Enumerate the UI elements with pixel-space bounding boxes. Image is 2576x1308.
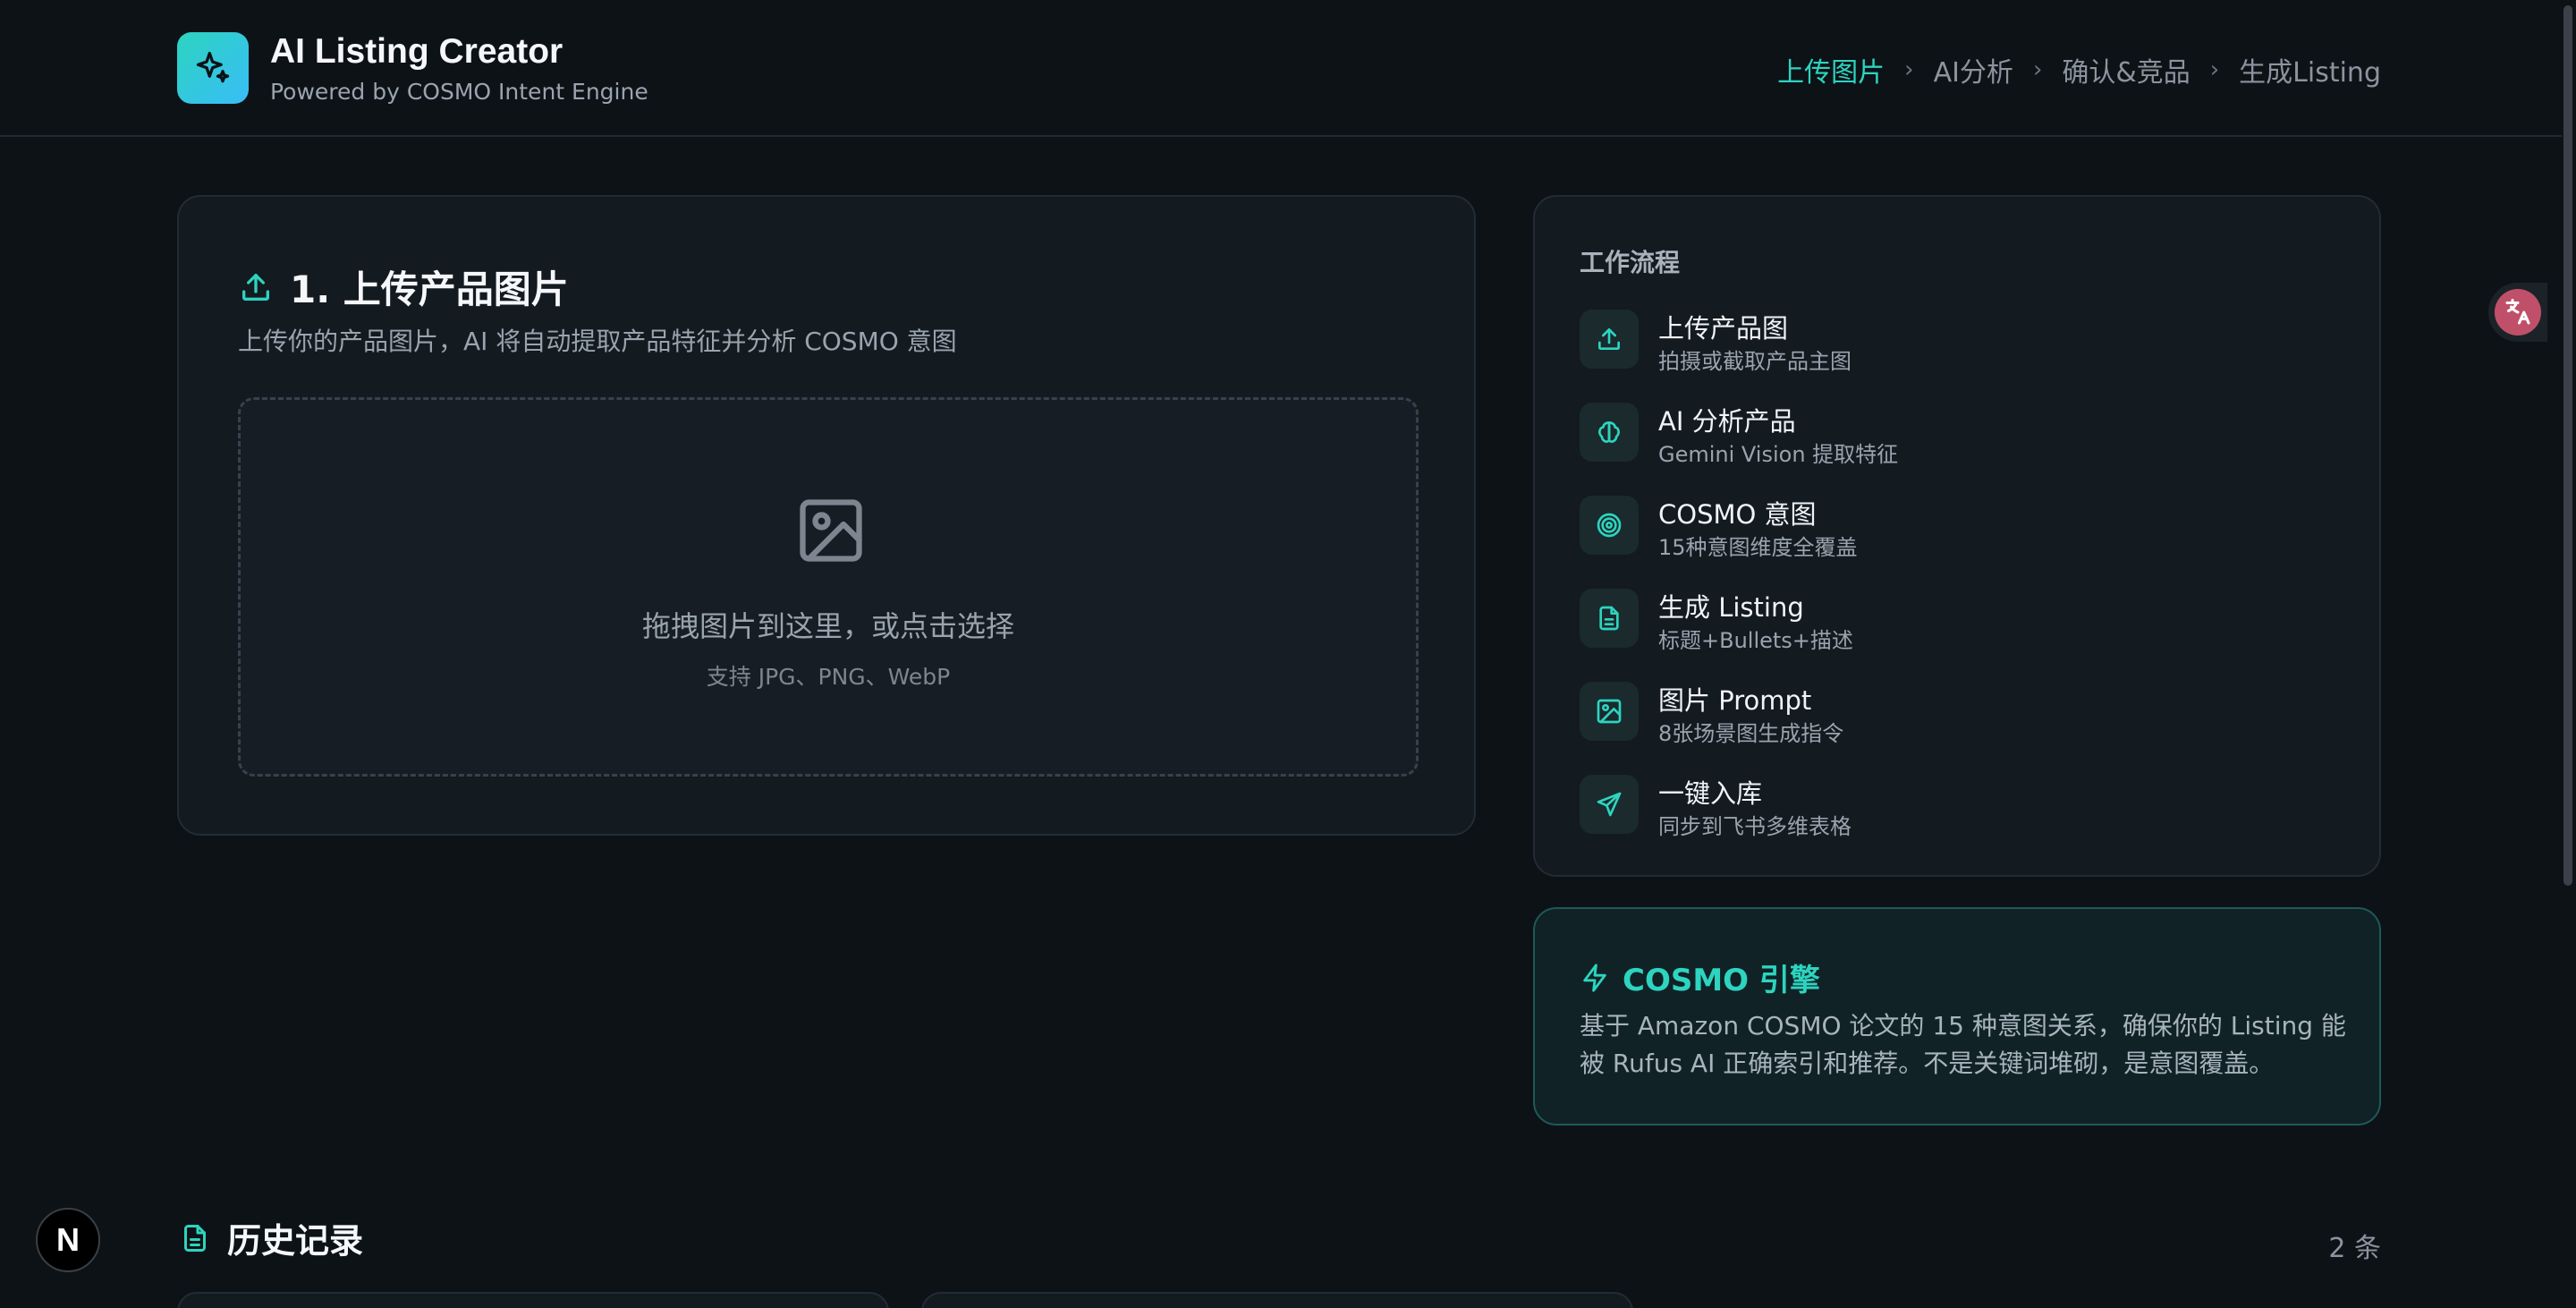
workflow-item-desc: 同步到飞书多维表格 bbox=[1658, 814, 1852, 839]
workflow-icon-box bbox=[1580, 496, 1639, 555]
step-generate[interactable]: 生成Listing bbox=[2239, 50, 2381, 89]
sparkle-icon bbox=[196, 51, 230, 83]
workflow-item-desc: 拍摄或截取产品主图 bbox=[1658, 349, 1852, 374]
workflow-icon-box bbox=[1580, 403, 1639, 462]
workflow-item-title: 生成 Listing bbox=[1658, 592, 1804, 623]
lightning-icon bbox=[1583, 963, 1606, 992]
step-breadcrumb: 上传图片 › AI分析 › 确认&竞品 › 生成Listing bbox=[1777, 50, 2381, 89]
cosmo-title: COSMO 引擎 bbox=[1623, 963, 1820, 998]
upload-icon bbox=[1598, 328, 1620, 350]
workflow-card: 工作流程 上传产品图 拍摄或截取产品主图 AI 分析产品 Gemini Visi… bbox=[1533, 195, 2381, 877]
image-icon bbox=[800, 499, 862, 562]
translate-button[interactable] bbox=[2488, 283, 2547, 342]
cosmo-engine-card: COSMO 引擎 基于 Amazon COSMO 论文的 15 种意图关系，确保… bbox=[1533, 907, 2381, 1125]
send-icon bbox=[1597, 792, 1622, 817]
history-card[interactable] bbox=[921, 1292, 1633, 1308]
workflow-item-title: COSMO 意图 bbox=[1658, 499, 1817, 530]
cosmo-title-row: COSMO 引擎 bbox=[1580, 956, 1820, 999]
brain-icon bbox=[1598, 421, 1620, 443]
workflow-item: 生成 Listing 标题+Bullets+描述 bbox=[1580, 589, 2313, 653]
chevron-right-icon: › bbox=[1904, 56, 1914, 83]
upload-description: 上传你的产品图片，AI 将自动提取产品特征并分析 COSMO 意图 bbox=[238, 327, 957, 356]
nextjs-dev-badge[interactable]: N bbox=[36, 1208, 100, 1272]
upload-title: 1. 上传产品图片 bbox=[290, 268, 569, 311]
target-icon bbox=[1597, 513, 1622, 538]
workflow-item: 上传产品图 拍摄或截取产品主图 bbox=[1580, 310, 2313, 374]
workflow-icon-box bbox=[1580, 682, 1639, 741]
history-card[interactable] bbox=[177, 1292, 889, 1308]
upload-icon bbox=[242, 273, 269, 301]
app-subtitle: Powered by COSMO Intent Engine bbox=[270, 79, 648, 105]
app-header: AI Listing Creator Powered by COSMO Inte… bbox=[0, 0, 2576, 137]
workflow-heading: 工作流程 bbox=[1580, 248, 1681, 277]
workflow-item-desc: 8张场景图生成指令 bbox=[1658, 721, 1844, 746]
workflow-item-desc: 标题+Bullets+描述 bbox=[1658, 628, 1853, 653]
image-dropzone[interactable]: 拖拽图片到这里，或点击选择 支持 JPG、PNG、WebP bbox=[238, 397, 1419, 777]
app-logo bbox=[177, 32, 249, 104]
image-icon bbox=[1597, 699, 1622, 724]
cosmo-description: 基于 Amazon COSMO 论文的 15 种意图关系，确保你的 Listin… bbox=[1580, 1011, 2346, 1078]
dropzone-text: 拖拽图片到这里，或点击选择 bbox=[641, 609, 1014, 643]
upload-card: 1. 上传产品图片 上传你的产品图片，AI 将自动提取产品特征并分析 COSMO… bbox=[177, 195, 1476, 836]
workflow-item-title: 一键入库 bbox=[1658, 778, 1763, 809]
app-title: AI Listing Creator bbox=[270, 32, 564, 71]
chevron-right-icon: › bbox=[2209, 56, 2220, 83]
translate-icon bbox=[2495, 289, 2541, 335]
step-upload[interactable]: 上传图片 bbox=[1777, 50, 1885, 89]
workflow-item-title: 上传产品图 bbox=[1658, 313, 1789, 344]
history-header: 历史记录 bbox=[179, 1213, 363, 1262]
workflow-item-desc: Gemini Vision 提取特征 bbox=[1658, 442, 1899, 467]
workflow-item: 图片 Prompt 8张场景图生成指令 bbox=[1580, 682, 2313, 746]
workflow-icon-box bbox=[1580, 775, 1639, 834]
workflow-item-title: AI 分析产品 bbox=[1658, 406, 1796, 437]
workflow-item: COSMO 意图 15种意图维度全覆盖 bbox=[1580, 496, 2313, 560]
workflow-item-desc: 15种意图维度全覆盖 bbox=[1658, 535, 1858, 560]
scrollbar-thumb[interactable] bbox=[2563, 5, 2572, 886]
upload-title-row: 1. 上传产品图片 bbox=[238, 259, 569, 314]
document-icon bbox=[1599, 606, 1619, 631]
dropzone-hint: 支持 JPG、PNG、WebP bbox=[706, 664, 951, 690]
workflow-icon-box bbox=[1580, 589, 1639, 648]
workflow-item-title: 图片 Prompt bbox=[1658, 685, 1812, 716]
workflow-icon-box bbox=[1580, 310, 1639, 369]
step-ai-analysis[interactable]: AI分析 bbox=[1934, 50, 2013, 89]
history-count: 2 条 bbox=[2328, 1233, 2381, 1264]
document-icon bbox=[184, 1224, 206, 1252]
step-confirm[interactable]: 确认&竞品 bbox=[2062, 50, 2190, 89]
history-title: 历史记录 bbox=[227, 1221, 364, 1261]
chevron-right-icon: › bbox=[2032, 56, 2043, 83]
workflow-item: AI 分析产品 Gemini Vision 提取特征 bbox=[1580, 403, 2313, 467]
workflow-item: 一键入库 同步到飞书多维表格 bbox=[1580, 775, 2313, 839]
